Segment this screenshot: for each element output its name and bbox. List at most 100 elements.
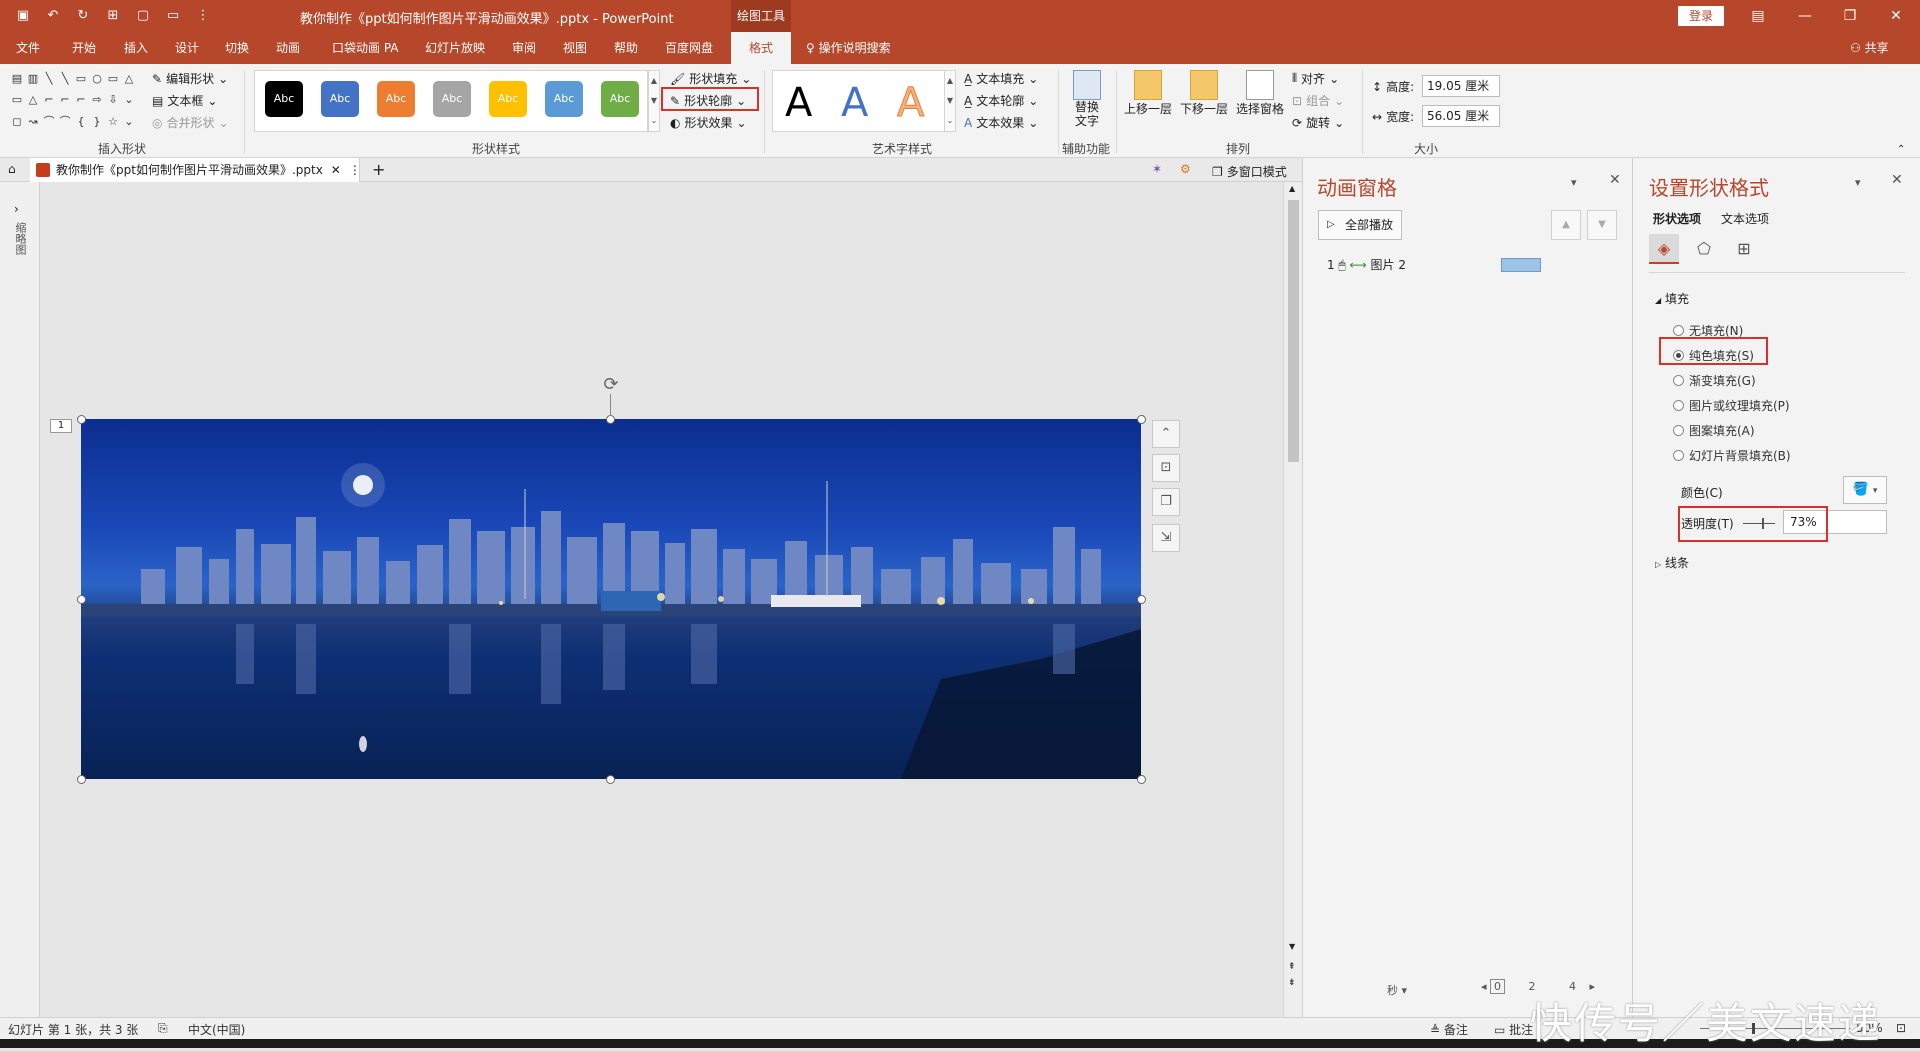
tab-home[interactable]: 开始: [72, 32, 96, 64]
wordart-orange[interactable]: A: [896, 81, 924, 126]
settings-gear-icon[interactable]: ⚙: [1180, 162, 1191, 176]
style-swatch-blue[interactable]: Abc: [321, 81, 359, 117]
home-tab-icon[interactable]: ⌂: [8, 162, 16, 176]
resize-handle-s[interactable]: [606, 775, 615, 784]
style-swatch-gold[interactable]: Abc: [489, 81, 527, 117]
resize-handle-se[interactable]: [1137, 775, 1146, 784]
crop-target-icon[interactable]: ⊡: [1152, 454, 1180, 482]
move-down-button[interactable]: ▼: [1587, 210, 1617, 240]
tab-menu-icon[interactable]: ⋮: [349, 163, 361, 177]
text-box-button[interactable]: ▤ 文本框 ⌄: [152, 92, 217, 109]
layout-options-icon[interactable]: ⌃: [1152, 420, 1180, 448]
language-indicator[interactable]: 中文(中国): [188, 1021, 245, 1038]
seconds-dropdown[interactable]: 秒 ▾: [1387, 982, 1407, 998]
resize-icon[interactable]: ⇲: [1152, 524, 1180, 552]
tab-pocket-animation[interactable]: 口袋动画 PA: [332, 32, 399, 64]
wordart-blue[interactable]: A: [841, 81, 868, 125]
wordart-scroll[interactable]: ▲ ▼ ⌄: [944, 70, 956, 132]
undo-icon[interactable]: ↶: [44, 6, 62, 24]
style-swatch-orange[interactable]: Abc: [377, 81, 415, 117]
style-swatch-black[interactable]: Abc: [265, 81, 303, 117]
radio-picture-fill[interactable]: 图片或纹理填充(P): [1673, 397, 1790, 414]
star-tool-icon[interactable]: ✶: [1152, 162, 1162, 176]
text-outline-button[interactable]: A̲ 文本轮廓 ⌄: [964, 92, 1038, 109]
tab-animations[interactable]: 动画: [276, 32, 300, 64]
style-swatch-gray[interactable]: Abc: [433, 81, 471, 117]
scrollbar-thumb[interactable]: [1288, 200, 1299, 462]
open-folder-icon[interactable]: ▭: [164, 6, 182, 24]
edit-shape-button[interactable]: ✎ 编辑形状 ⌄: [152, 70, 228, 87]
merge-shapes-button[interactable]: ◎ 合并形状 ⌄: [152, 114, 229, 131]
rotate-button[interactable]: ⟳ 旋转 ⌄: [1292, 114, 1344, 131]
tell-me-search[interactable]: ♀ 操作说明搜索: [806, 32, 891, 64]
fill-section-header[interactable]: ◢ 填充: [1655, 290, 1689, 307]
new-file-icon[interactable]: ▢: [134, 6, 152, 24]
width-input[interactable]: 56.05 厘米: [1422, 105, 1500, 127]
radio-pattern-fill[interactable]: 图案填充(A): [1673, 422, 1755, 439]
close-pane-icon[interactable]: ✕: [1891, 172, 1903, 188]
radio-gradient-fill[interactable]: 渐变填充(G): [1673, 372, 1756, 389]
notes-button[interactable]: ≜ 备注: [1430, 1021, 1468, 1038]
bring-forward-button[interactable]: 上移一层: [1122, 70, 1174, 117]
wordart-black[interactable]: A: [785, 81, 812, 125]
resize-handle-n[interactable]: [606, 415, 615, 424]
shape-effects-button[interactable]: ◐ 形状效果 ⌄: [670, 114, 747, 131]
tab-review[interactable]: 审阅: [512, 32, 536, 64]
tab-file[interactable]: 文件: [16, 32, 40, 64]
arrange-layers-icon[interactable]: ❐: [1152, 488, 1180, 516]
accessibility-check-icon[interactable]: ⎘: [158, 1021, 168, 1036]
close-icon[interactable]: ✕: [1886, 6, 1906, 26]
move-up-button[interactable]: ▲: [1551, 210, 1581, 240]
close-pane-icon[interactable]: ✕: [1609, 172, 1621, 188]
play-all-button[interactable]: ▷ 全部播放: [1318, 210, 1402, 240]
alt-text-button[interactable]: 替换文字: [1070, 70, 1104, 128]
customize-qat-icon[interactable]: ⋮: [194, 6, 212, 24]
document-tab[interactable]: 教你制作《ppt如何制作图片平滑动画效果》.pptx ✕ ⋮: [30, 158, 361, 182]
tab-help[interactable]: 帮助: [614, 32, 638, 64]
animation-timing-bar[interactable]: [1501, 258, 1541, 272]
tab-design[interactable]: 设计: [175, 32, 199, 64]
redo-icon[interactable]: ↻: [74, 6, 92, 24]
prev-slide-icon[interactable]: ⇞: [1288, 962, 1296, 972]
scroll-up-icon[interactable]: ▲: [1289, 184, 1295, 193]
animation-item[interactable]: 1 🖱 ⟷ 图片 2: [1327, 256, 1406, 273]
slideshow-icon[interactable]: ⊞: [104, 6, 122, 24]
tab-format[interactable]: 格式: [731, 32, 791, 64]
ribbon-display-icon[interactable]: ▤: [1748, 6, 1768, 26]
tab-shape-options[interactable]: 形状选项: [1653, 210, 1701, 227]
group-objects-button[interactable]: ⊡ 组合 ⌄: [1292, 92, 1344, 109]
expand-thumbnails-icon[interactable]: ›: [14, 202, 19, 216]
selection-pane-button[interactable]: 选择窗格: [1234, 70, 1286, 117]
login-button[interactable]: 登录: [1678, 6, 1724, 26]
fit-to-window-icon[interactable]: ⊡: [1896, 1021, 1906, 1035]
color-picker-button[interactable]: 🪣 ▾: [1843, 476, 1887, 504]
fill-line-icon[interactable]: ◈: [1649, 234, 1679, 264]
vertical-scrollbar[interactable]: ▲ ▼ ⇞ ⇟: [1283, 182, 1302, 1017]
radio-background-fill[interactable]: 幻灯片背景填充(B): [1673, 447, 1791, 464]
resize-handle-nw[interactable]: [77, 415, 86, 424]
collapse-ribbon-icon[interactable]: ⌃: [1897, 144, 1905, 155]
pane-options-icon[interactable]: ▾: [1855, 176, 1861, 189]
tab-transitions[interactable]: 切换: [225, 32, 249, 64]
shape-fill-button[interactable]: 🖌 形状填充 ⌄: [670, 70, 751, 87]
comments-button[interactable]: ▭ 批注: [1494, 1021, 1533, 1038]
effects-pentagon-icon[interactable]: ⬠: [1689, 234, 1719, 264]
save-icon[interactable]: ▣: [14, 6, 32, 24]
text-effects-button[interactable]: A 文本效果 ⌄: [964, 114, 1038, 131]
cityscape-photo[interactable]: [81, 419, 1141, 779]
multiwindow-button[interactable]: ❐ 多窗口模式: [1212, 163, 1287, 180]
rotate-handle-icon[interactable]: ⟳: [600, 374, 622, 396]
tab-view[interactable]: 视图: [563, 32, 587, 64]
tab-insert[interactable]: 插入: [124, 32, 148, 64]
scroll-down-icon[interactable]: ▼: [1289, 942, 1295, 951]
shapes-gallery[interactable]: ▤ ▥ ╲ ╲ ▭ ○ ▭ △ ▭ △ ⌐ ⌐ ⌐ ⇨ ⇩ ⌄ ◻ ↝ ⌒ ⌒{} ☆ ⌄: [10, 72, 140, 132]
text-fill-button[interactable]: A̲ 文本填充 ⌄: [964, 70, 1038, 87]
tab-slideshow[interactable]: 幻灯片放映: [425, 32, 485, 64]
restore-icon[interactable]: ❐: [1840, 6, 1860, 26]
height-input[interactable]: 19.05 厘米: [1422, 75, 1500, 97]
tab-text-options[interactable]: 文本选项: [1721, 210, 1769, 227]
resize-handle-sw[interactable]: [77, 775, 86, 784]
line-section-header[interactable]: ▷ 线条: [1655, 554, 1689, 571]
style-swatch-green[interactable]: Abc: [601, 81, 639, 117]
shape-styles-scroll[interactable]: ▲ ▼ ⌄: [648, 70, 660, 132]
